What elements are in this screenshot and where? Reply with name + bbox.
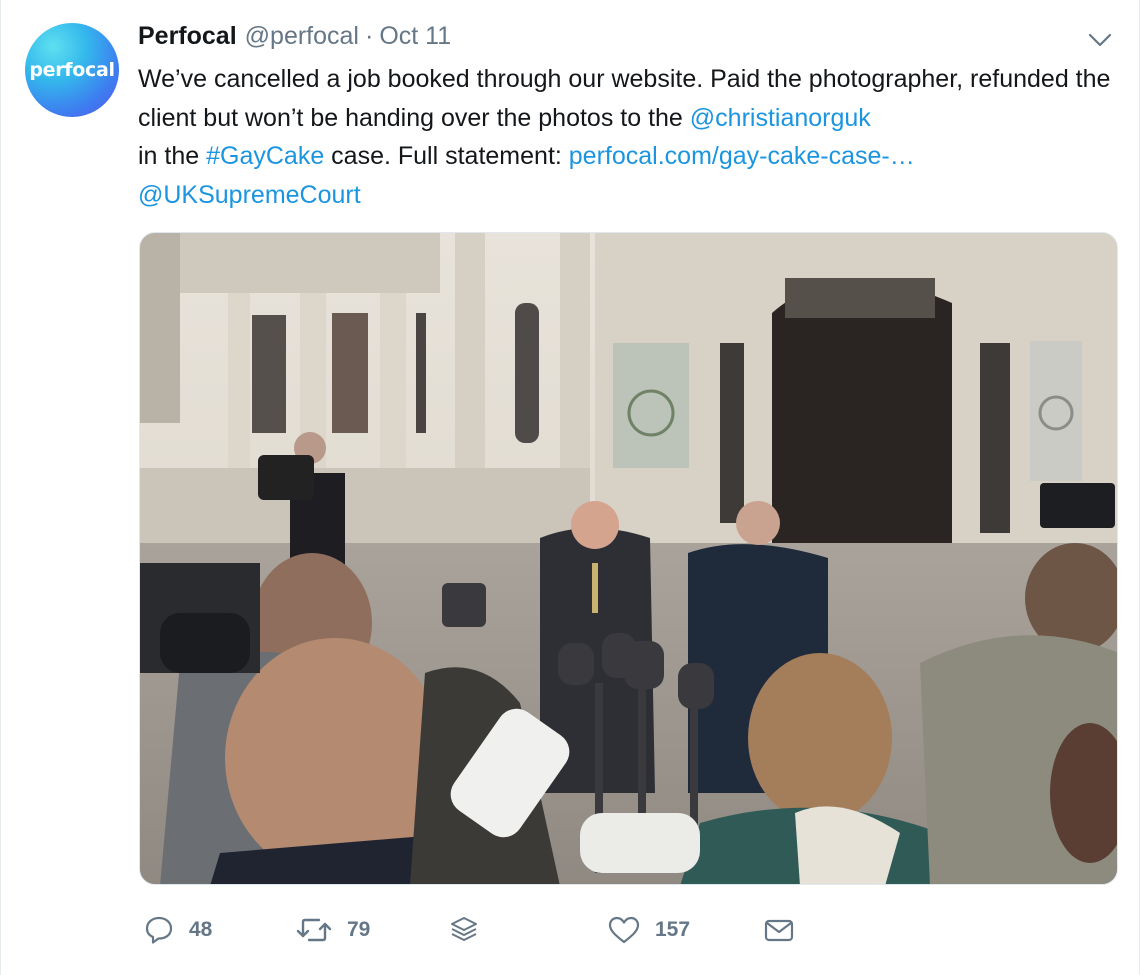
mention-link[interactable]: @christianorguk: [690, 104, 871, 132]
tweet-text-part: case. Full statement:: [324, 142, 569, 170]
retweet-count: 79: [347, 918, 371, 941]
direct-message-button[interactable]: [763, 912, 795, 948]
press-conference-photo: [140, 233, 1117, 884]
like-button[interactable]: 157: [607, 912, 690, 948]
hashtag-link[interactable]: #GayCake: [206, 142, 324, 170]
chevron-down-icon[interactable]: [1087, 32, 1113, 48]
avatar-logo-text: perfocal: [29, 59, 115, 81]
display-name[interactable]: Perfocal: [138, 22, 237, 51]
tweet-photo[interactable]: [139, 232, 1118, 885]
layers-icon: [451, 917, 477, 941]
retweet-button[interactable]: 79: [295, 912, 370, 948]
tweet-actions: 48 79 157: [141, 912, 1101, 948]
tweet-card[interactable]: perfocal Perfocal @perfocal · Oct 11 We’…: [0, 0, 1140, 975]
retweet-arrows-icon: [296, 918, 332, 942]
tweet-header: Perfocal @perfocal · Oct 11: [138, 22, 451, 54]
avatar[interactable]: perfocal: [25, 23, 119, 117]
heart-icon: [608, 916, 640, 944]
tweet-date[interactable]: Oct 11: [379, 22, 451, 51]
envelope-icon: [764, 919, 794, 942]
separator: ·: [365, 22, 374, 50]
speech-bubble-icon: [145, 916, 173, 944]
mention-link[interactable]: @UKSupremeCourt: [138, 181, 361, 209]
stack-button[interactable]: [449, 912, 479, 948]
user-handle[interactable]: @perfocal: [245, 22, 359, 51]
tweet-text-part: We’ve cancelled a job booked through our…: [138, 65, 1111, 132]
url-link[interactable]: perfocal.com/gay-cake-case-…: [569, 142, 915, 170]
reply-button[interactable]: 48: [143, 912, 212, 948]
reply-count: 48: [189, 918, 213, 941]
tweet-text-part: in the: [138, 142, 207, 170]
tweet-text: We’ve cancelled a job booked through our…: [138, 60, 1123, 214]
like-count: 157: [655, 918, 691, 941]
